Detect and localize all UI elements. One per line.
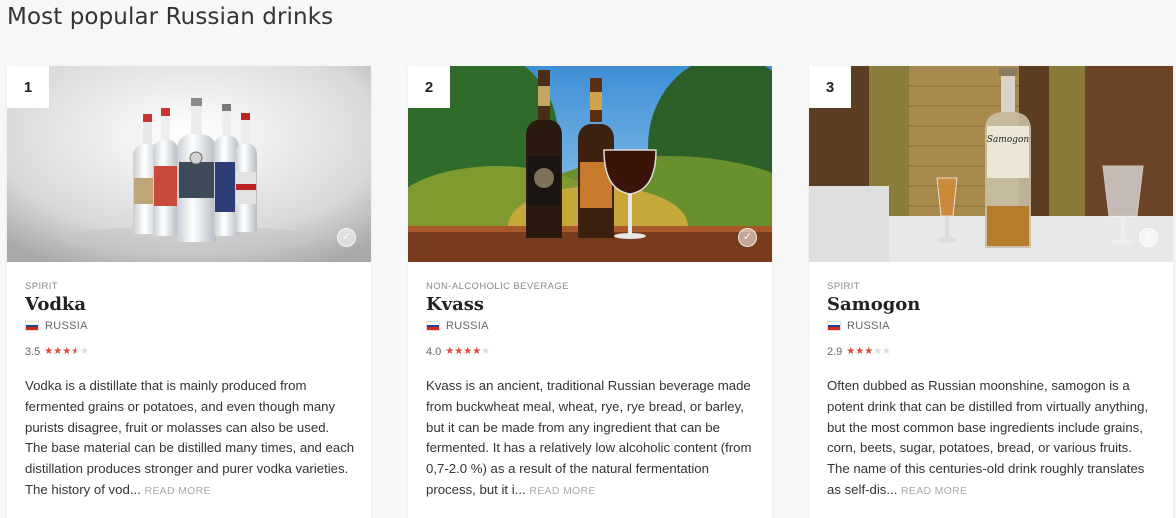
drink-image-kvass[interactable]: 2 ✓ (408, 66, 772, 262)
read-more-link[interactable]: READ MORE (901, 485, 967, 497)
star-rating-icon: ★★★★★ ★★★★★ (445, 346, 491, 357)
rating-value: 4.0 (426, 346, 442, 358)
read-more-link[interactable]: READ MORE (144, 485, 210, 497)
page: Most popular Russian drinks 1 ✓ SPIRIT V… (0, 0, 1176, 518)
card-body: NON-ALCOHOLIC BEVERAGE Kvass RUSSIA 4.0 … (408, 262, 772, 502)
drink-name[interactable]: Vodka (25, 294, 353, 315)
drink-origin[interactable]: RUSSIA (25, 320, 353, 332)
description-text: Kvass is an ancient, traditional Russian… (426, 378, 752, 497)
drink-description: Often dubbed as Russian moonshine, samog… (827, 376, 1157, 502)
drink-name[interactable]: Kvass (426, 294, 754, 315)
drink-category[interactable]: NON-ALCOHOLIC BEVERAGE (426, 281, 754, 292)
stars-filled: ★★★★★ (44, 347, 75, 357)
stars-filled: ★★★★★ (846, 347, 873, 357)
drink-rating: 4.0 ★★★★★ ★★★★★ (426, 346, 754, 358)
drink-name[interactable]: Samogon (827, 294, 1155, 315)
drink-image-samogon[interactable]: Samogon 3 ✓ (809, 66, 1173, 262)
rating-value: 3.5 (25, 346, 41, 358)
page-title: Most popular Russian drinks (7, 4, 334, 30)
star-rating-icon: ★★★★★ ★★★★★ (44, 346, 90, 357)
drink-country: RUSSIA (847, 320, 890, 332)
rating-value: 2.9 (827, 346, 843, 358)
star-rating-icon: ★★★★★ ★★★★★ (846, 346, 892, 357)
check-icon[interactable]: ✓ (738, 228, 757, 247)
drink-card-vodka[interactable]: 1 ✓ SPIRIT Vodka RUSSIA 3.5 ★★★★★ ★★★★★ … (7, 66, 371, 518)
read-more-link[interactable]: READ MORE (529, 485, 595, 497)
drink-category[interactable]: SPIRIT (827, 281, 1155, 292)
check-icon[interactable]: ✓ (1139, 228, 1158, 247)
description-text: Often dubbed as Russian moonshine, samog… (827, 378, 1149, 497)
russia-flag-icon (426, 321, 440, 331)
description-text: Vodka is a distillate that is mainly pro… (25, 378, 355, 497)
drink-card-kvass[interactable]: 2 ✓ NON-ALCOHOLIC BEVERAGE Kvass RUSSIA … (408, 66, 772, 518)
russia-flag-icon (827, 321, 841, 331)
drink-image-vodka[interactable]: 1 ✓ (7, 66, 371, 262)
drink-description: Vodka is a distillate that is mainly pro… (25, 376, 355, 502)
rank-badge: 3 (809, 66, 851, 108)
drink-country: RUSSIA (446, 320, 489, 332)
drink-origin[interactable]: RUSSIA (827, 320, 1155, 332)
drink-card-samogon[interactable]: Samogon 3 ✓ SPIRIT Samogon RUSSIA 2.9 ★★… (809, 66, 1173, 518)
drink-origin[interactable]: RUSSIA (426, 320, 754, 332)
drink-category[interactable]: SPIRIT (25, 281, 353, 292)
drink-description: Kvass is an ancient, traditional Russian… (426, 376, 756, 502)
drink-rating: 3.5 ★★★★★ ★★★★★ (25, 346, 353, 358)
drink-country: RUSSIA (45, 320, 88, 332)
russia-flag-icon (25, 321, 39, 331)
card-body: SPIRIT Vodka RUSSIA 3.5 ★★★★★ ★★★★★ Vodk… (7, 262, 371, 502)
drink-rating: 2.9 ★★★★★ ★★★★★ (827, 346, 1155, 358)
check-icon[interactable]: ✓ (337, 228, 356, 247)
bottle-label: Samogon (987, 135, 1030, 145)
card-body: SPIRIT Samogon RUSSIA 2.9 ★★★★★ ★★★★★ Of… (809, 262, 1173, 502)
rank-badge: 1 (7, 66, 49, 108)
rank-badge: 2 (408, 66, 450, 108)
stars-filled: ★★★★★ (445, 347, 482, 357)
